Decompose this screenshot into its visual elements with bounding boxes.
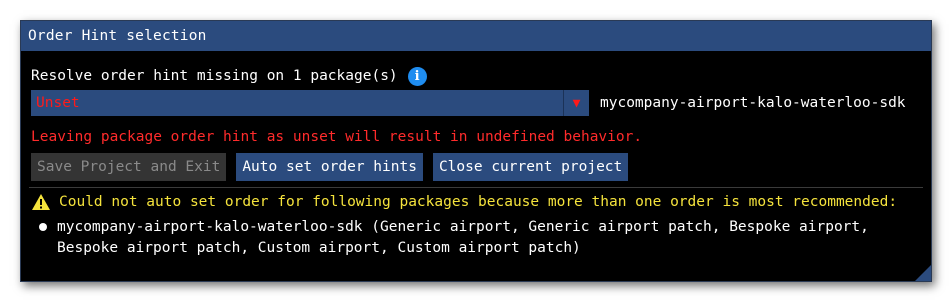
auto-set-order-hints-button[interactable]: Auto set order hints (236, 153, 423, 181)
package-recommendations-text: mycompany-airport-kalo-waterloo-sdk (Gen… (57, 219, 869, 256)
unset-warning-text: Leaving package order hint as unset will… (31, 129, 643, 145)
title-bar[interactable]: Order Hint selection (21, 21, 931, 51)
bullet-icon (39, 223, 47, 231)
divider (29, 187, 923, 188)
resize-grip[interactable] (915, 265, 931, 281)
save-project-and-exit-button[interactable]: Save Project and Exit (31, 153, 227, 181)
window-title: Order Hint selection (28, 28, 207, 44)
warning-icon (32, 194, 50, 210)
auto-set-warning-text: Could not auto set order for following p… (59, 194, 898, 210)
action-buttons: Save Project and Exit Auto set order hin… (31, 153, 629, 181)
resolve-label: Resolve order hint missing on 1 package(… (31, 68, 398, 84)
triangle-down-icon[interactable]: ▼ (563, 90, 589, 116)
order-hint-dialog: Order Hint selection Resolve order hint … (20, 20, 932, 282)
info-icon[interactable]: i (407, 66, 427, 86)
auto-set-warning: Could not auto set order for following p… (31, 191, 897, 213)
order-hint-select-value: Unset (36, 95, 80, 111)
package-name-label: mycompany-airport-kalo-waterloo-sdk (600, 95, 906, 111)
close-current-project-button[interactable]: Close current project (432, 153, 629, 181)
order-hint-select[interactable]: Unset ▼ (31, 90, 589, 116)
resolve-row: Resolve order hint missing on 1 package(… (31, 65, 427, 87)
list-item: mycompany-airport-kalo-waterloo-sdk (Gen… (39, 217, 919, 259)
